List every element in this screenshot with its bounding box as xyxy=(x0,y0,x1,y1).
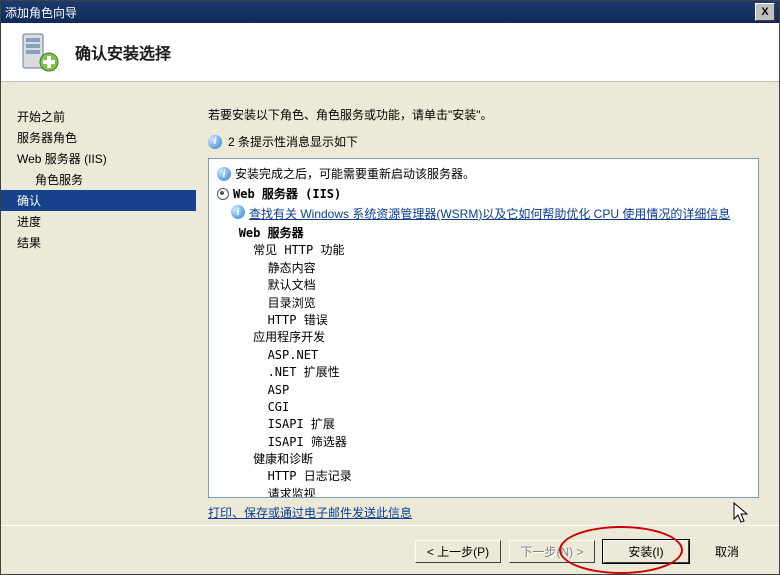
install-button[interactable]: 安装(I) xyxy=(603,540,689,563)
wizard-main: 若要安装以下角色、角色服务或功能，请单击"安装"。 i 2 条提示性消息显示如下… xyxy=(196,82,779,525)
restart-note-text: 安装完成之后，可能需要重新启动该服务器。 xyxy=(235,165,475,183)
sidebar-item-results[interactable]: 结果 xyxy=(1,232,196,253)
restart-note-row: i 安装完成之后，可能需要重新启动该服务器。 xyxy=(217,165,750,183)
sidebar-item-server-roles[interactable]: 服务器角色 xyxy=(1,127,196,148)
wizard-sidebar: 开始之前 服务器角色 Web 服务器 (IIS) 角色服务 确认 进度 结果 xyxy=(1,82,196,525)
wsrm-link[interactable]: 查找有关 Windows 系统资源管理器(WSRM)以及它如何帮助优化 CPU … xyxy=(249,205,730,223)
titlebar: 添加角色向导 X xyxy=(1,1,779,23)
info-count-line: i 2 条提示性消息显示如下 xyxy=(208,133,759,150)
info-icon: i xyxy=(217,167,231,181)
print-link-row: 打印、保存或通过电子邮件发送此信息 xyxy=(208,504,759,521)
print-save-email-link[interactable]: 打印、保存或通过电子邮件发送此信息 xyxy=(208,506,412,520)
confirmation-content[interactable]: i 安装完成之后，可能需要重新启动该服务器。 Web 服务器 (IIS) i 查… xyxy=(208,158,759,498)
sidebar-item-before-begin[interactable]: 开始之前 xyxy=(1,106,196,127)
bullet-icon xyxy=(217,188,229,200)
sidebar-item-role-services[interactable]: 角色服务 xyxy=(1,169,196,190)
role-header-row: Web 服务器 (IIS) xyxy=(217,185,750,203)
wsrm-link-row: i 查找有关 Windows 系统资源管理器(WSRM)以及它如何帮助优化 CP… xyxy=(231,205,750,223)
previous-button[interactable]: < 上一步(P) xyxy=(415,540,501,563)
role-name: Web 服务器 (IIS) xyxy=(233,185,341,203)
page-heading: 确认安装选择 xyxy=(75,40,171,64)
server-role-icon xyxy=(17,30,61,74)
next-button: 下一步(N) > xyxy=(509,540,595,563)
sidebar-item-web-server-iis[interactable]: Web 服务器 (IIS) xyxy=(1,148,196,169)
instruction-text: 若要安装以下角色、角色服务或功能，请单击"安装"。 xyxy=(208,106,759,123)
wizard-header: 确认安装选择 xyxy=(1,23,779,82)
sidebar-item-progress[interactable]: 进度 xyxy=(1,211,196,232)
info-icon: i xyxy=(231,205,245,219)
wizard-footer: < 上一步(P) 下一步(N) > 安装(I) 取消 xyxy=(1,525,779,575)
wizard-body: 开始之前 服务器角色 Web 服务器 (IIS) 角色服务 确认 进度 结果 若… xyxy=(1,82,779,525)
sidebar-item-confirmation[interactable]: 确认 xyxy=(1,190,196,211)
wizard-window: 添加角色向导 X 确认安装选择 开始之前 服务器角色 Web 服务器 (IIS)… xyxy=(0,0,780,575)
window-title: 添加角色向导 xyxy=(5,4,755,21)
info-icon: i xyxy=(208,135,222,149)
cancel-button[interactable]: 取消 xyxy=(697,540,757,563)
close-button[interactable]: X xyxy=(755,3,775,21)
info-count-text: 2 条提示性消息显示如下 xyxy=(228,133,358,150)
services-tree: Web 服务器 常见 HTTP 功能 静态内容 默认文档 目录浏览 HTTP 错… xyxy=(217,225,750,498)
